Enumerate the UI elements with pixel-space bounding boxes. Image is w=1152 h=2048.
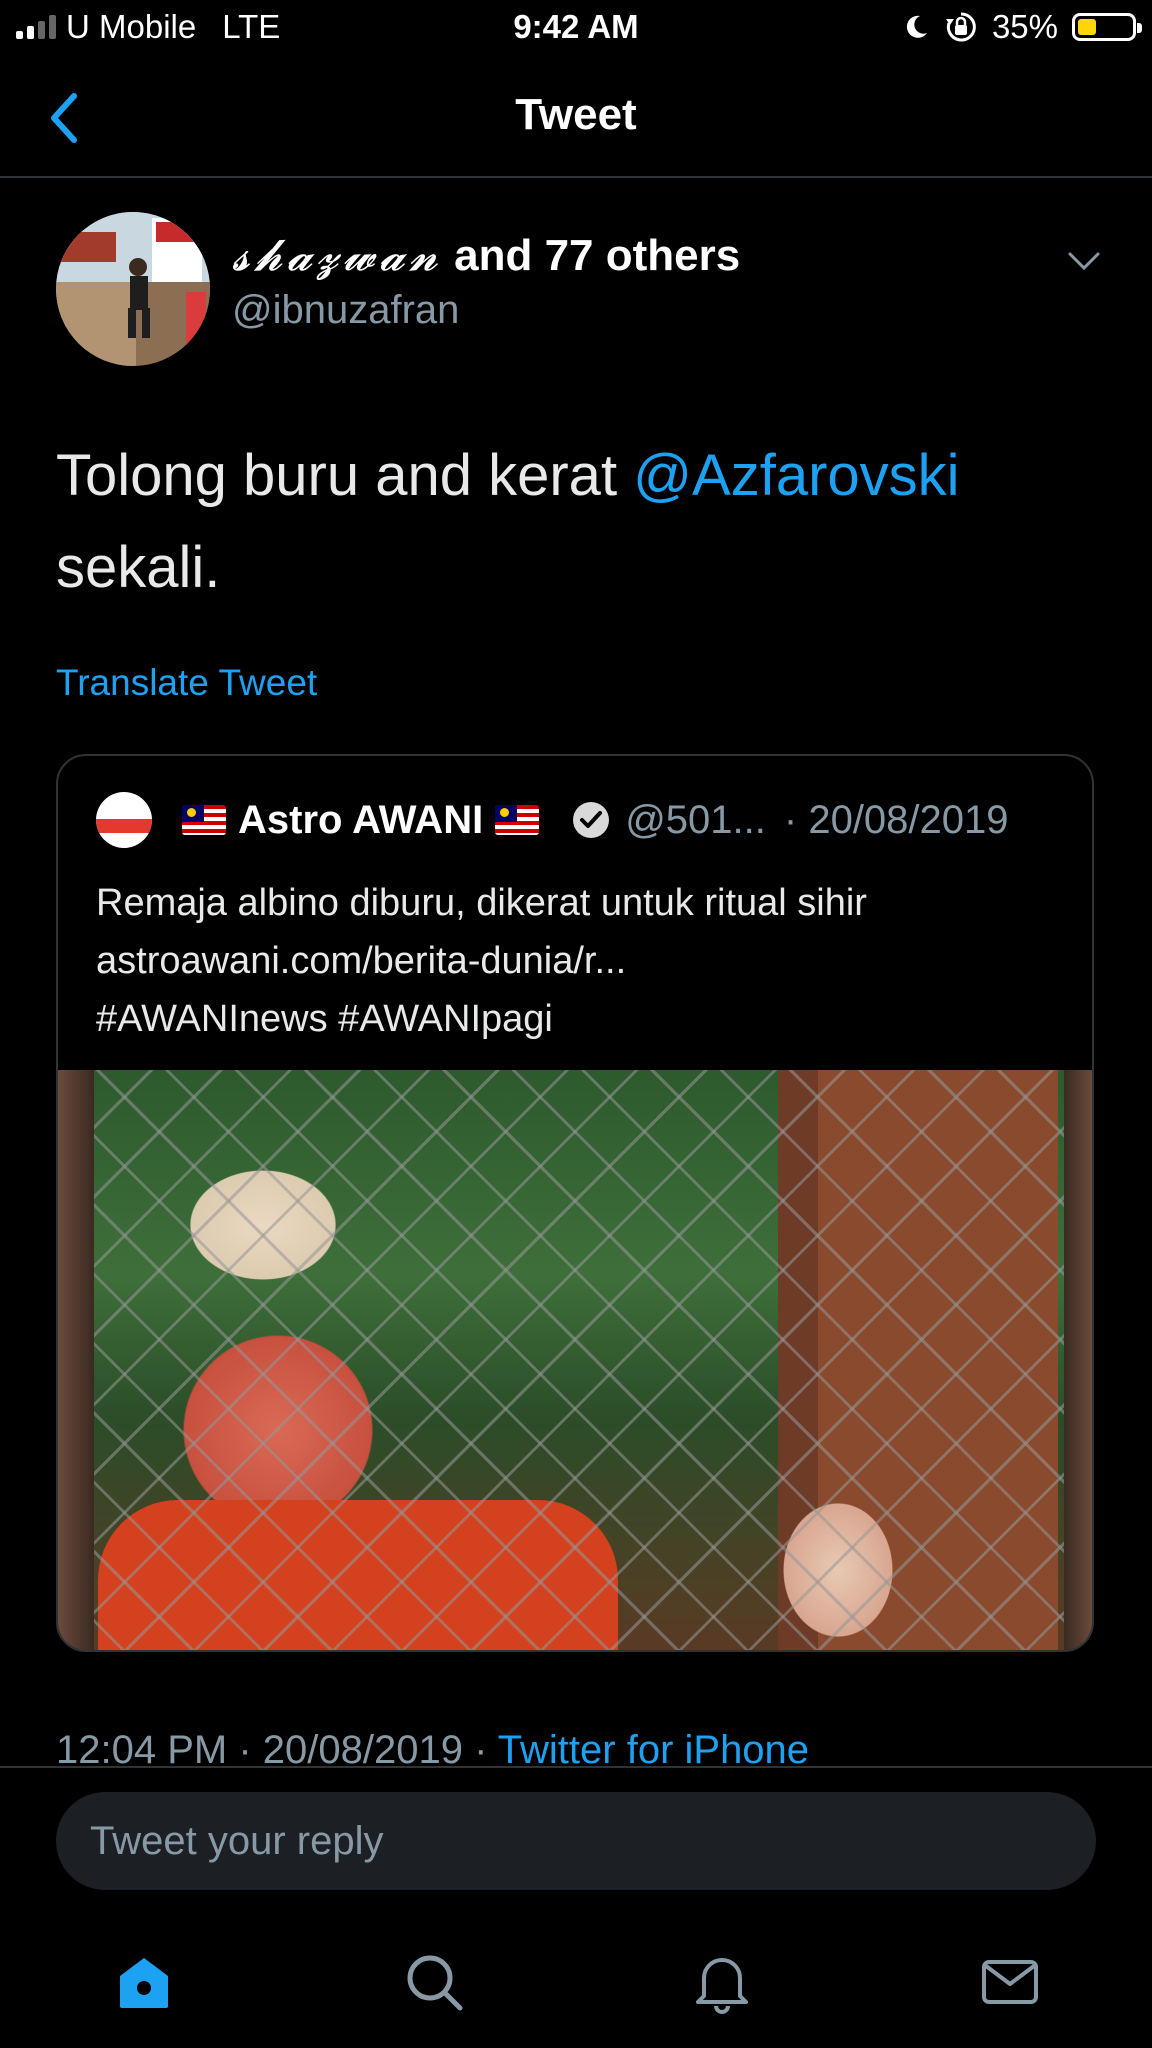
reply-input[interactable] — [56, 1792, 1096, 1890]
quoted-date: · 20/08/2019 — [783, 797, 1009, 842]
search-icon — [407, 1955, 463, 2011]
author-avatar[interactable] — [56, 212, 210, 366]
quoted-link[interactable]: astroawani.com/berita-dunia/r... — [96, 932, 1056, 990]
tweet-text-end: sekali. — [56, 535, 221, 600]
tab-home[interactable] — [112, 1950, 176, 2014]
tab-bar — [0, 1910, 1152, 2048]
quoted-text-line: Remaja albino diburu, dikerat untuk ritu… — [96, 882, 867, 924]
reply-bar — [0, 1768, 1152, 1910]
home-icon — [120, 1958, 168, 2008]
tab-messages[interactable] — [978, 1950, 1042, 2014]
chevron-down-icon[interactable] — [1066, 250, 1102, 274]
mention-link[interactable]: @Azfarovski — [633, 443, 959, 508]
quoted-tweet-text: Remaja albino diburu, dikerat untuk ritu… — [96, 874, 1056, 1048]
battery-icon — [1072, 13, 1142, 41]
status-right: 35% — [902, 8, 1142, 46]
orientation-lock-icon — [945, 12, 976, 42]
quoted-tweet-card[interactable]: Astro AWANI @501... · 20/08/2019 Remaja … — [56, 754, 1094, 1652]
quoted-tweet-header: Astro AWANI @501... · 20/08/2019 — [96, 792, 1009, 848]
moon-icon — [906, 15, 927, 38]
tweet-text-start: Tolong buru and kerat — [56, 443, 634, 508]
page-title: Tweet — [515, 90, 637, 139]
translate-tweet-link[interactable]: Translate Tweet — [56, 662, 317, 704]
malaysia-flag-icon — [182, 805, 226, 835]
author-line[interactable]: 𝓼𝓱𝓪𝔃𝔀𝓪𝓷 and 77 others — [232, 230, 740, 281]
quoted-author-name[interactable]: Astro AWANI — [238, 798, 483, 843]
quoted-avatar[interactable] — [96, 792, 152, 848]
author-others: and 77 others — [441, 231, 741, 280]
tweet-text: Tolong buru and kerat @Azfarovski sekali… — [56, 430, 1096, 614]
tab-notifications[interactable] — [690, 1950, 754, 2014]
avatar-photo — [56, 212, 210, 366]
status-bar: U Mobile LTE 9:42 AM 35% — [0, 0, 1152, 58]
quoted-tweet-image[interactable] — [58, 1070, 1092, 1650]
malaysia-flag-icon — [495, 805, 540, 835]
quoted-author-handle: @501... — [625, 797, 766, 842]
author-name[interactable]: 𝓼𝓱𝓪𝔃𝔀𝓪𝓷 — [232, 230, 442, 281]
tab-search[interactable] — [402, 1950, 466, 2014]
bell-icon — [696, 1958, 748, 2014]
author-handle[interactable]: @ibnuzafran — [232, 288, 459, 333]
quoted-hashtags[interactable]: #AWANInews #AWANIpagi — [96, 990, 1056, 1048]
battery-percent: 35% — [991, 8, 1058, 45]
verified-badge-icon — [573, 802, 610, 838]
nav-bar: Tweet — [0, 58, 1152, 178]
mail-icon — [982, 1960, 1038, 2004]
